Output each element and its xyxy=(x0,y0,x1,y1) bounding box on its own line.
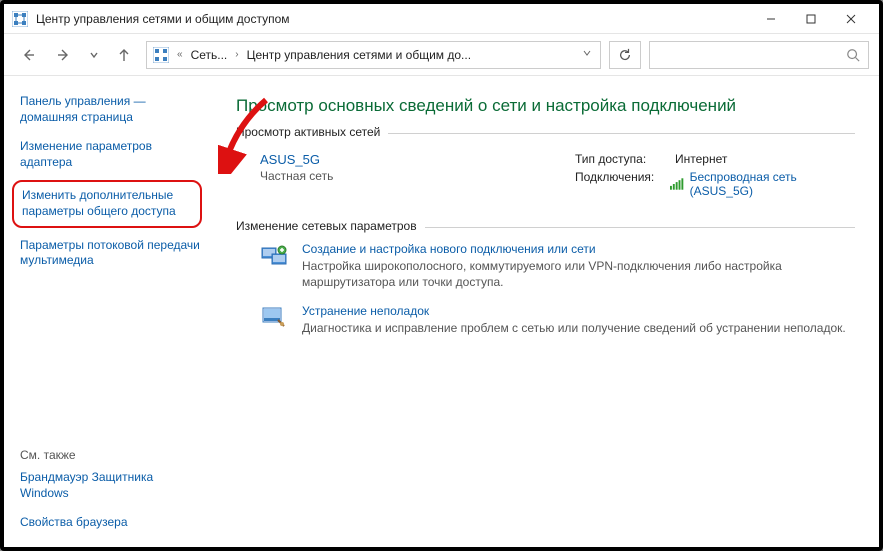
sidebar-link-firewall[interactable]: Брандмауэр Защитника Windows xyxy=(20,470,200,501)
up-button[interactable] xyxy=(110,41,138,69)
back-button[interactable] xyxy=(14,41,42,69)
connections-label: Подключения: xyxy=(575,170,670,198)
connection-value: Беспроводная сеть (ASUS_5G) xyxy=(690,170,855,198)
troubleshoot-icon xyxy=(260,304,288,332)
sidebar-link-streaming[interactable]: Параметры потоковой передачи мультимедиа xyxy=(20,238,200,269)
chevron-right-icon: › xyxy=(233,49,240,60)
wifi-signal-icon xyxy=(670,178,683,190)
setup-connection-desc: Настройка широкополосного, коммутируемог… xyxy=(302,259,782,289)
maximize-button[interactable] xyxy=(791,5,831,33)
network-name: ASUS_5G xyxy=(260,152,575,167)
breadcrumb-root-chevron[interactable]: « xyxy=(175,49,185,60)
refresh-button[interactable] xyxy=(609,41,641,69)
connection-link[interactable]: Беспроводная сеть (ASUS_5G) xyxy=(670,170,855,198)
change-settings-label: Изменение сетевых параметров xyxy=(236,219,425,233)
setup-connection-icon xyxy=(260,242,288,270)
search-icon xyxy=(846,48,860,62)
main: Просмотр основных сведений о сети и наст… xyxy=(214,76,879,547)
address-bar[interactable]: « Сеть... › Центр управления сетями и об… xyxy=(146,41,601,69)
recent-dropdown[interactable] xyxy=(86,41,102,69)
setup-connection-link[interactable]: Создание и настройка нового подключения … xyxy=(302,242,855,256)
forward-button[interactable] xyxy=(50,41,78,69)
address-dropdown[interactable] xyxy=(580,48,594,61)
minimize-button[interactable] xyxy=(751,5,791,33)
sidebar-link-adapter[interactable]: Изменение параметров адаптера xyxy=(20,139,200,170)
search-input[interactable] xyxy=(649,41,869,69)
window-controls xyxy=(751,5,871,33)
sidebar: Панель управления — домашняя страница Из… xyxy=(4,76,214,547)
access-type-label: Тип доступа: xyxy=(575,152,675,166)
close-button[interactable] xyxy=(831,5,871,33)
toolbar: « Сеть... › Центр управления сетями и об… xyxy=(4,34,879,76)
see-also-label: См. также xyxy=(20,448,200,462)
window: Центр управления сетями и общим доступом xyxy=(0,0,883,551)
content: Панель управления — домашняя страница Из… xyxy=(4,76,879,547)
active-networks-section: Просмотр активных сетей ASUS_5G Частная … xyxy=(236,133,855,220)
breadcrumb-item-2[interactable]: Центр управления сетями и общим до... xyxy=(247,48,471,62)
sidebar-link-advanced-highlighted: Изменить дополнительные параметры общего… xyxy=(12,180,202,227)
network-center-icon xyxy=(153,47,169,63)
network-center-icon xyxy=(12,11,28,27)
troubleshoot-link[interactable]: Устранение неполадок xyxy=(302,304,855,318)
sidebar-link-browser[interactable]: Свойства браузера xyxy=(20,515,200,531)
network-subtitle: Частная сеть xyxy=(260,169,575,183)
change-settings-section: Изменение сетевых параметров Создание и … xyxy=(236,227,855,337)
sidebar-link-advanced[interactable]: Изменить дополнительные параметры общего… xyxy=(22,188,192,219)
breadcrumb-item-1[interactable]: Сеть... xyxy=(191,48,228,62)
window-title: Центр управления сетями и общим доступом xyxy=(36,12,751,26)
access-type-value: Интернет xyxy=(675,152,727,166)
troubleshoot-desc: Диагностика и исправление проблем с сеть… xyxy=(302,321,846,335)
sidebar-link-home[interactable]: Панель управления — домашняя страница xyxy=(20,94,200,125)
page-heading: Просмотр основных сведений о сети и наст… xyxy=(236,96,855,116)
titlebar: Центр управления сетями и общим доступом xyxy=(4,4,879,34)
